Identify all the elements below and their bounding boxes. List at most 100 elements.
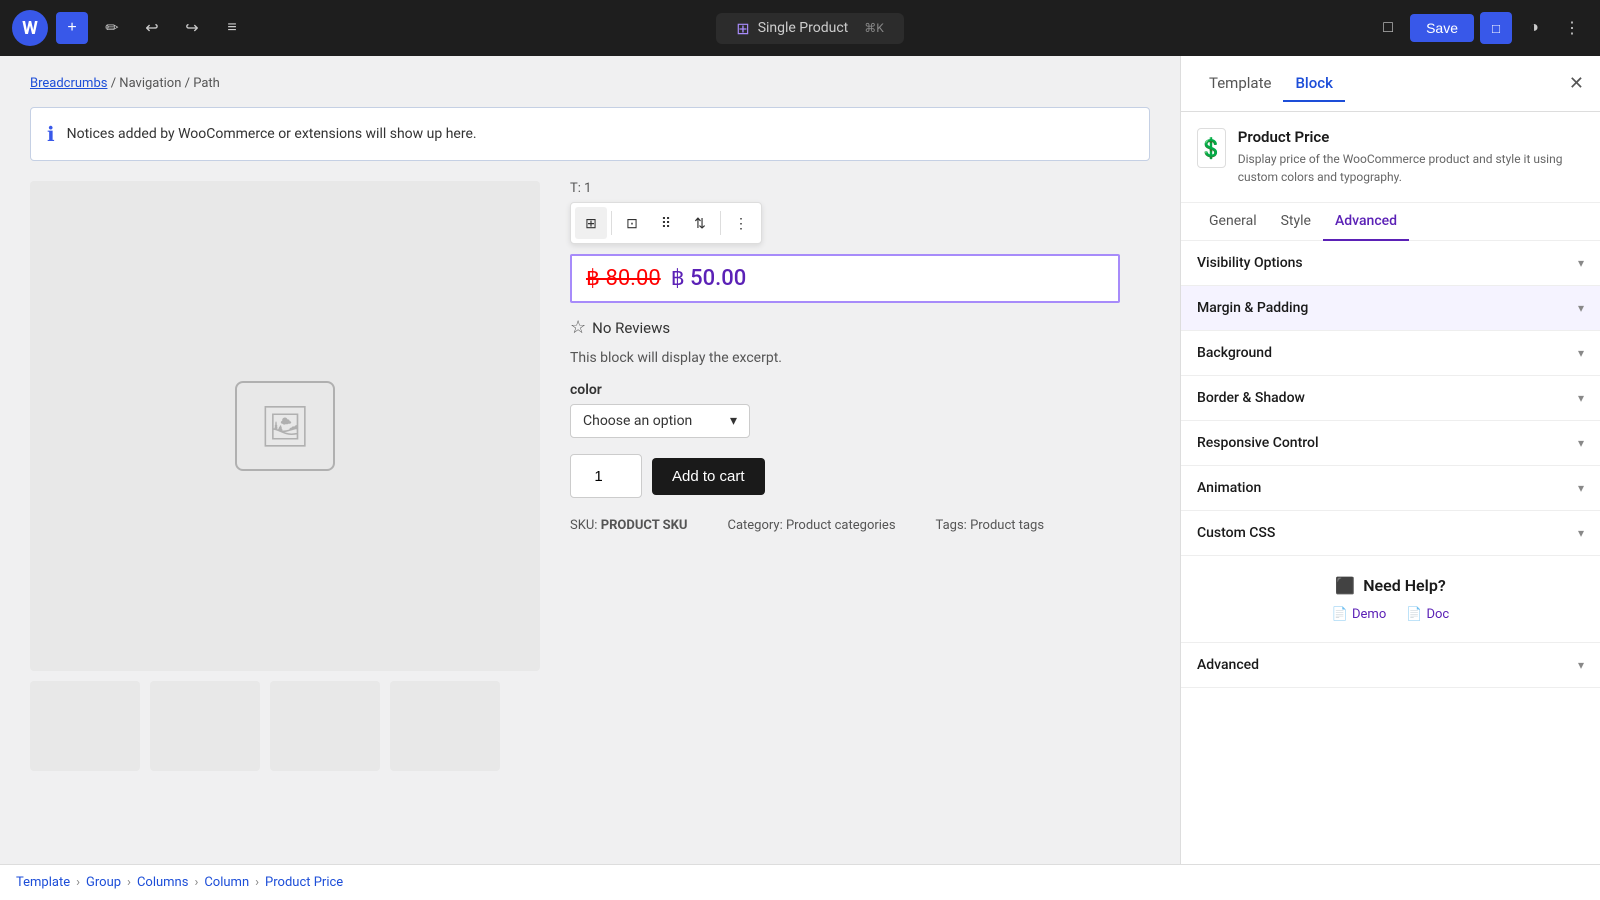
accordion-background: Background ▾: [1181, 331, 1600, 376]
save-button[interactable]: Save: [1410, 14, 1474, 42]
price-block: ฿ 80.00 ฿ 50.00: [570, 254, 1120, 303]
tab-style[interactable]: Style: [1269, 203, 1323, 241]
image-icon: 🖼: [260, 403, 311, 450]
notice-icon: ℹ: [47, 122, 55, 146]
accordion-responsive-header[interactable]: Responsive Control ▾: [1181, 421, 1600, 465]
thumbnail-1: [30, 681, 140, 771]
demo-link[interactable]: 📄 Demo: [1332, 607, 1386, 622]
tags-label: Tags:: [936, 518, 967, 533]
block-info-text: Product Price Display price of the WooCo…: [1238, 128, 1584, 186]
main-layout: Breadcrumbs / Navigation / Path ℹ Notice…: [0, 56, 1600, 864]
accordion-animation-header[interactable]: Animation ▾: [1181, 466, 1600, 510]
tags-value: Product tags: [970, 518, 1044, 533]
thumbnail-2: [150, 681, 260, 771]
block-toolbar: ⊞ ⊡ ⠿ ⇅ ⋮: [570, 202, 762, 244]
add-block-button[interactable]: +: [56, 12, 88, 44]
thumbnail-4: [390, 681, 500, 771]
toolbar-divider: [611, 211, 612, 235]
accordion-advanced-footer-label: Advanced: [1197, 657, 1259, 673]
add-to-cart-button[interactable]: Add to cart: [652, 458, 765, 495]
accordion-background-header[interactable]: Background ▾: [1181, 331, 1600, 375]
accordion-visibility-header[interactable]: Visibility Options ▾: [1181, 241, 1600, 285]
sidebar-content: 💲 Product Price Display price of the Woo…: [1181, 112, 1600, 864]
topbar-right: □ Save □ ◑ ⋮: [1372, 12, 1588, 44]
accordion-visibility-label: Visibility Options: [1197, 255, 1303, 271]
breadcrumb-product-price[interactable]: Product Price: [265, 875, 343, 890]
chevron-down-icon: ▾: [1578, 481, 1584, 495]
block-title-indicator: T: 1: [570, 181, 1120, 196]
redo-button[interactable]: ↪: [176, 12, 208, 44]
accordion-margin-padding: Margin & Padding ▾: [1181, 286, 1600, 331]
block-more-button[interactable]: ⋮: [725, 207, 757, 239]
breadcrumb-sep-3: ›: [194, 875, 198, 890]
edit-mode-button[interactable]: ✏: [96, 12, 128, 44]
breadcrumb-template[interactable]: Template: [16, 875, 70, 890]
view-button[interactable]: □: [1372, 12, 1404, 44]
block-type-button[interactable]: ⊞: [575, 207, 607, 239]
sku-meta: SKU: PRODUCT SKU: [570, 518, 688, 533]
accordion-margin-label: Margin & Padding: [1197, 300, 1308, 316]
block-move-button[interactable]: ⇅: [684, 207, 716, 239]
accordion-margin-header[interactable]: Margin & Padding ▾: [1181, 286, 1600, 330]
page-shortcut: ⌘K: [864, 21, 884, 35]
accordion-custom-css: Custom CSS ▾: [1181, 511, 1600, 556]
accordion-responsive-label: Responsive Control: [1197, 435, 1319, 451]
tab-template[interactable]: Template: [1197, 66, 1283, 102]
breadcrumb-group[interactable]: Group: [86, 875, 121, 890]
breadcrumb-link[interactable]: Breadcrumbs: [30, 76, 107, 91]
breadcrumb-column[interactable]: Column: [204, 875, 249, 890]
product-info-column: T: 1 ⊞ ⊡ ⠿ ⇅ ⋮ ฿ 80.00 ฿ 50.00: [540, 181, 1150, 671]
attribute-select[interactable]: Choose an option ▾: [570, 404, 750, 438]
canvas: Breadcrumbs / Navigation / Path ℹ Notice…: [0, 56, 1180, 864]
chevron-down-icon: ▾: [1578, 301, 1584, 315]
block-info: 💲 Product Price Display price of the Woo…: [1181, 112, 1600, 203]
category-label: Category:: [728, 518, 783, 533]
price-sale: ฿ 50.00: [671, 266, 747, 291]
bottom-bar: Template › Group › Columns › Column › Pr…: [0, 864, 1600, 900]
reviews: ☆ No Reviews: [570, 317, 1120, 338]
need-help-icon: ⬛: [1335, 576, 1355, 595]
block-icon: 💲: [1197, 128, 1226, 168]
block-info-title: Product Price: [1238, 128, 1584, 146]
chevron-down-icon: ▾: [1578, 391, 1584, 405]
toolbar-divider-2: [720, 211, 721, 235]
tab-block[interactable]: Block: [1283, 66, 1344, 102]
accordion-advanced-footer: Advanced ▾: [1181, 643, 1600, 688]
accordion-border-shadow: Border & Shadow ▾: [1181, 376, 1600, 421]
breadcrumb-columns[interactable]: Columns: [137, 875, 189, 890]
topbar-center: ⊞ Single Product ⌘K: [256, 13, 1364, 44]
tab-advanced[interactable]: Advanced: [1323, 203, 1409, 241]
breadcrumb-sep-4: ›: [255, 875, 259, 890]
product-image-column: 🖼: [30, 181, 540, 671]
tab-general[interactable]: General: [1197, 203, 1269, 241]
block-drag-button[interactable]: ⠿: [650, 207, 682, 239]
accordion-custom-css-header[interactable]: Custom CSS ▾: [1181, 511, 1600, 555]
cart-row: Add to cart: [570, 454, 1120, 498]
block-edit-button[interactable]: ⊡: [616, 207, 648, 239]
sidebar-close-button[interactable]: ✕: [1569, 73, 1584, 94]
sidebar-toggle-button[interactable]: □: [1480, 12, 1512, 44]
quantity-input[interactable]: [570, 454, 642, 498]
breadcrumb-sep-1: ›: [76, 875, 80, 890]
block-info-description: Display price of the WooCommerce product…: [1238, 150, 1584, 186]
accordion-border-header[interactable]: Border & Shadow ▾: [1181, 376, 1600, 420]
sidebar-inner-tabs: General Style Advanced: [1181, 203, 1600, 241]
product-meta: SKU: PRODUCT SKU Category: Product categ…: [570, 518, 1120, 533]
breadcrumb-sep-2: ›: [127, 875, 131, 890]
sidebar-header: Template Block ✕: [1181, 56, 1600, 112]
page-title: Single Product: [758, 20, 849, 36]
breadcrumb: Breadcrumbs / Navigation / Path: [30, 76, 1150, 91]
product-area: 🖼 T: 1 ⊞ ⊡ ⠿ ⇅ ⋮: [30, 181, 1150, 671]
page-title-pill[interactable]: ⊞ Single Product ⌘K: [716, 13, 904, 44]
accordion-advanced-footer-header[interactable]: Advanced ▾: [1181, 643, 1600, 687]
doc-link[interactable]: 📄 Doc: [1406, 607, 1449, 622]
more-options-button[interactable]: ⋮: [1556, 12, 1588, 44]
chevron-down-icon: ▾: [730, 413, 737, 429]
chevron-down-icon: ▾: [1578, 436, 1584, 450]
topbar: W + ✏ ↩ ↪ ≡ ⊞ Single Product ⌘K □ Save □…: [0, 0, 1600, 56]
theme-button[interactable]: ◑: [1518, 12, 1550, 44]
undo-button[interactable]: ↩: [136, 12, 168, 44]
list-view-button[interactable]: ≡: [216, 12, 248, 44]
need-help-section: ⬛ Need Help? 📄 Demo 📄 Doc: [1181, 556, 1600, 643]
attribute-select-value: Choose an option: [583, 413, 692, 429]
